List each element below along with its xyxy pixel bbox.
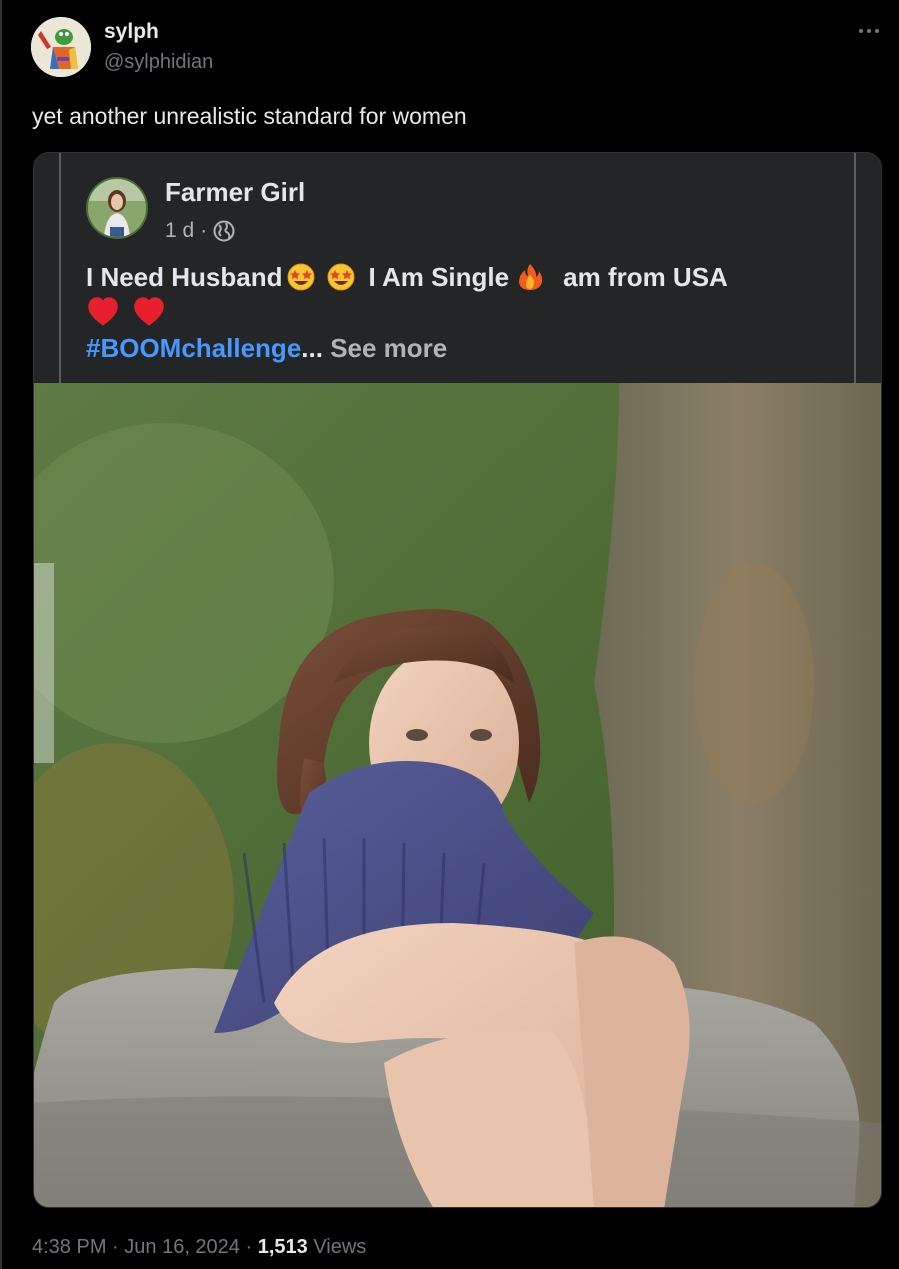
tweet-date[interactable]: Jun 16, 2024 — [124, 1236, 240, 1258]
globe-icon — [213, 220, 235, 242]
fire-emoji-icon — [519, 264, 543, 290]
views-label: Views — [307, 1236, 367, 1258]
timestamp-separator: · — [239, 1236, 258, 1258]
embedded-post-text-line-3: #BOOMchallenge... See more — [86, 330, 447, 366]
embedded-hashtag: #BOOMchallenge — [86, 333, 302, 363]
embedded-post-meta: 1 d · — [165, 217, 235, 245]
screenshot-edge-left — [59, 153, 61, 383]
tweet-time[interactable]: 4:38 PM — [32, 1236, 106, 1258]
meta-separator: · — [200, 219, 208, 242]
embedded-author-name: Farmer Girl — [165, 177, 306, 207]
views-count: 1,513 — [257, 1236, 308, 1258]
red-heart-emoji-icon — [134, 297, 164, 326]
red-heart-emoji-icon — [88, 297, 118, 326]
tweet-media[interactable]: Farmer Girl 1 d · I Need Husband I Am Si… — [33, 152, 882, 1208]
embedded-post-text-line-1: I Need Husband I Am Single am from USA — [86, 259, 728, 295]
embedded-see-more: See more — [330, 333, 448, 363]
star-struck-emoji-icon — [327, 263, 355, 291]
screenshot-edge-right — [854, 153, 856, 383]
author-display-name[interactable]: sylph — [104, 18, 159, 46]
embedded-post-text-c: am from USA — [563, 262, 728, 292]
embedded-ellipsis: ... — [301, 333, 323, 363]
embedded-post-text-b: I Am Single — [368, 262, 510, 292]
tweet-text: yet another unrealistic standard for wom… — [32, 103, 467, 129]
timeline-border — [0, 0, 2, 1269]
embedded-photo — [34, 383, 881, 1207]
embedded-author-avatar — [86, 177, 148, 239]
more-dots-icon — [859, 29, 879, 33]
embedded-post-text-a: I Need Husband — [86, 262, 283, 292]
star-struck-emoji-icon — [287, 263, 315, 291]
embedded-post-text-line-2 — [86, 295, 166, 329]
author-handle[interactable]: @sylphidian — [104, 49, 213, 75]
more-options-button[interactable] — [852, 16, 886, 46]
embedded-post-header: Farmer Girl 1 d · I Need Husband I Am Si… — [34, 153, 881, 383]
author-avatar[interactable] — [31, 17, 91, 77]
embedded-post-age: 1 d — [165, 219, 195, 242]
tweet-timestamp: 4:38 PM · Jun 16, 2024 · 1,513 Views — [32, 1233, 366, 1261]
timestamp-separator: · — [106, 1236, 125, 1258]
